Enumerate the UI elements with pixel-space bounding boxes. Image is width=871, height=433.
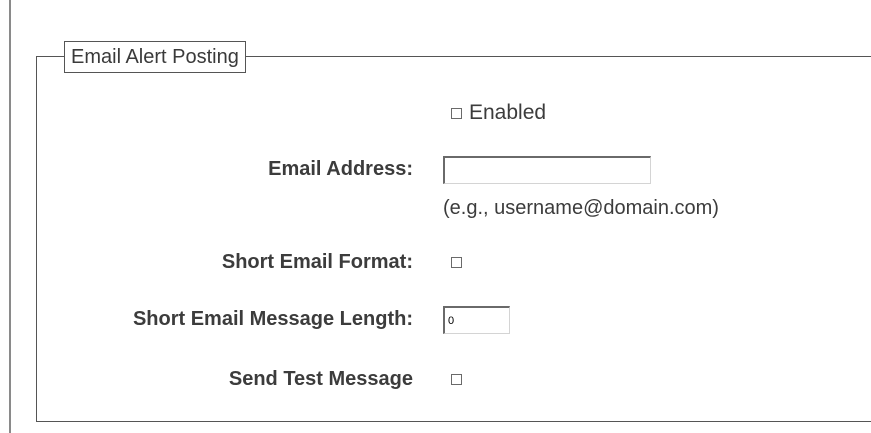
fieldset-legend: Email Alert Posting [64, 41, 246, 73]
short-message-length-input[interactable] [443, 306, 510, 334]
email-address-label: Email Address: [268, 158, 413, 180]
send-test-message-label: Send Test Message [228, 368, 413, 390]
send-test-message-checkbox[interactable] [451, 374, 462, 385]
short-email-format-checkbox[interactable] [451, 257, 462, 268]
email-address-hint: (e.g., username@domain.com) [443, 197, 719, 219]
email-address-input[interactable] [443, 156, 651, 184]
short-message-length-label: Short Email Message Length: [132, 308, 413, 330]
enabled-label: Enabled [469, 101, 547, 124]
enabled-checkbox[interactable] [451, 108, 462, 119]
short-email-format-label: Short Email Format: [221, 251, 413, 273]
left-divider [9, 0, 11, 433]
